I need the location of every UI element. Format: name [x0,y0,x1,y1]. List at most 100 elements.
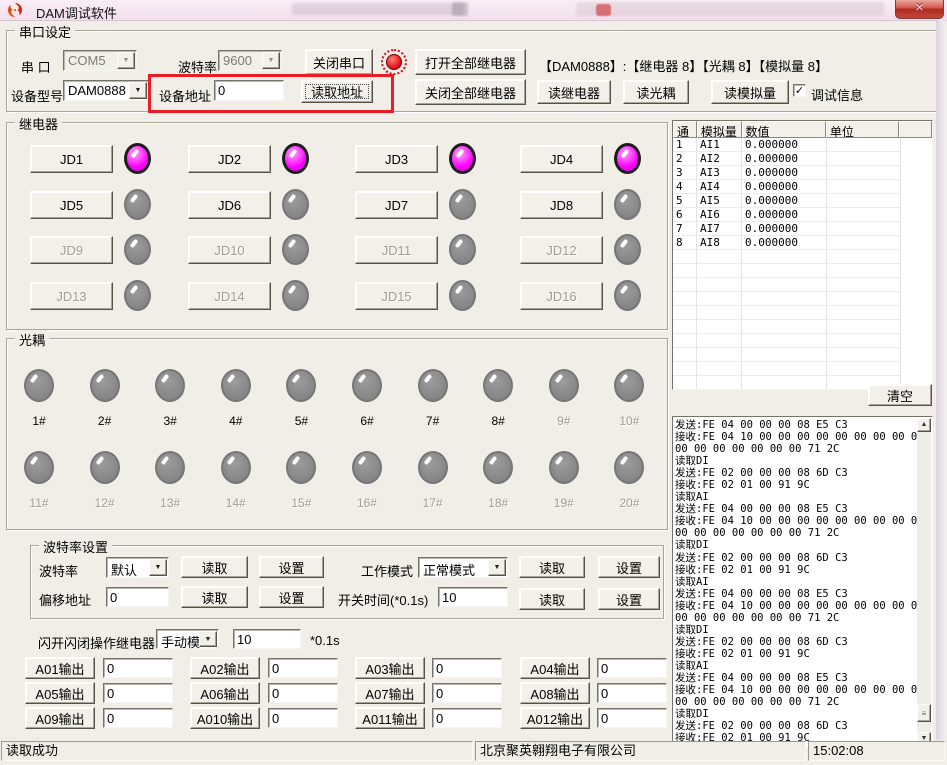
clear-log-button[interactable]: 清空 [868,384,932,406]
analog-table-row [673,334,932,348]
output-input-A02输出[interactable] [268,658,338,678]
model-value: DAM0888 [68,83,130,98]
output-button-A01输出[interactable]: A01输出 [25,657,95,679]
analog-table-cell [827,334,901,348]
debug-info-checkbox[interactable]: ✓ [793,84,806,97]
log-scrollbar-thumb[interactable]: ≡ [917,704,931,722]
device-info-text: 【DAM0888】:【继电器 8】【光耦 8】【模拟量 8】 [539,56,828,75]
work-mode-combobox[interactable]: 正常模式 ▼ [418,557,508,578]
read-address-button[interactable]: 读取地址 [301,80,373,103]
read-opto-button[interactable]: 读光耦 [623,80,689,104]
relay-button-JD2[interactable]: JD2 [188,145,271,173]
offset-read-button[interactable]: 读取 [181,586,248,608]
relay-led-JD9-icon [124,234,151,265]
relay-button-JD8[interactable]: JD8 [520,191,603,219]
analog-table-cell [673,376,697,390]
relay-button-JD12[interactable]: JD12 [520,236,603,264]
model-combobox[interactable]: DAM0888 ▼ [63,80,149,101]
output-input-A05输出[interactable] [103,683,173,703]
chevron-down-icon[interactable]: ▼ [488,559,506,576]
close-serial-button[interactable]: 关闭串口 [305,49,373,75]
close-all-relays-button[interactable]: 关闭全部继电器 [415,79,526,105]
relay-button-JD1[interactable]: JD1 [30,145,113,173]
chevron-down-icon[interactable]: ▼ [262,52,280,69]
relay-button-JD5[interactable]: JD5 [30,191,113,219]
output-button-A05输出[interactable]: A05输出 [25,682,95,704]
work-mode-set-button[interactable]: 设置 [598,556,660,578]
offset-set-button[interactable]: 设置 [259,586,324,608]
output-input-A06输出[interactable] [268,683,338,703]
output-button-A010输出[interactable]: A010输出 [190,707,260,729]
baud-combobox[interactable]: 9600 ▼ [218,50,282,71]
output-button-A03输出[interactable]: A03输出 [355,657,425,679]
analog-table-cell: AI8 [697,236,742,250]
output-button-A04输出[interactable]: A04输出 [520,657,590,679]
analog-table-cell: AI3 [697,166,742,180]
chevron-down-icon[interactable]: ▼ [149,559,167,576]
work-mode-read-button[interactable]: 读取 [519,556,585,578]
read-relays-button[interactable]: 读继电器 [537,80,611,104]
output-input-A01输出[interactable] [103,658,173,678]
offset-address-input[interactable] [106,587,169,607]
status-company-panel: 北京聚英翱翔电子有限公司 [475,741,806,761]
window-scroll-strip[interactable] [936,20,945,740]
output-button-A06输出[interactable]: A06输出 [190,682,260,704]
relay-button-JD10[interactable]: JD10 [188,236,271,264]
relay-led-JD13-icon [124,280,151,311]
relay-button-JD9[interactable]: JD9 [30,236,113,264]
flash-mode-combobox[interactable]: 手动模式 ▼ [156,629,219,649]
relay-button-JD4[interactable]: JD4 [520,145,603,173]
output-button-A08输出[interactable]: A08输出 [520,682,590,704]
switch-time-input[interactable] [438,587,508,607]
relay-led-JD4-icon [614,143,641,174]
relay-button-JD6[interactable]: JD6 [188,191,271,219]
device-address-input[interactable] [214,80,284,101]
output-button-A07输出[interactable]: A07输出 [355,682,425,704]
relay-button-JD15[interactable]: JD15 [355,282,438,310]
port-combobox[interactable]: COM5 ▼ [63,50,137,71]
relay-button-JD11[interactable]: JD11 [355,236,438,264]
baudrate-combobox[interactable]: 默认 ▼ [106,557,169,578]
log-scrollbar-track[interactable] [917,418,931,746]
analog-output-grid: A01输出 A02输出 A03输出 A04输出 A05输出 A06输出 A07输出 A08输出… [0,650,670,736]
opto-led-4#-icon [221,369,251,402]
debug-log-box[interactable]: 发送:FE 04 00 00 00 08 E5 C3 接收:FE 04 10 0… [672,416,933,748]
analog-table-cell [697,334,742,348]
baudrate-read-button[interactable]: 读取 [181,556,248,578]
analog-table-cell: 1 [673,138,697,152]
analog-table-cell [697,376,742,390]
output-button-A02输出[interactable]: A02输出 [190,657,260,679]
output-input-A012输出[interactable] [597,708,667,728]
switch-time-read-button[interactable]: 读取 [519,588,585,610]
relay-button-JD3[interactable]: JD3 [355,145,438,173]
output-input-A08输出[interactable] [597,683,667,703]
analog-table-cell: 6 [673,208,697,222]
scroll-up-icon[interactable]: ▲ [917,418,931,432]
relay-button-JD14[interactable]: JD14 [188,282,271,310]
baudrate-set-button[interactable]: 设置 [259,556,324,578]
opto-led-17#-icon [418,451,448,484]
output-input-A03输出[interactable] [432,658,502,678]
output-button-A011输出[interactable]: A011输出 [355,707,425,729]
switch-time-set-button[interactable]: 设置 [598,588,660,610]
flash-time-input[interactable] [233,629,301,649]
output-button-A09输出[interactable]: A09输出 [25,707,95,729]
relay-button-JD7[interactable]: JD7 [355,191,438,219]
chevron-down-icon[interactable]: ▼ [117,52,135,69]
close-button[interactable]: ✕ [895,0,944,19]
output-input-A04输出[interactable] [597,658,667,678]
open-all-relays-button[interactable]: 打开全部继电器 [415,49,526,75]
analog-table-cell [827,264,901,278]
output-input-A011输出[interactable] [432,708,502,728]
relay-button-JD16[interactable]: JD16 [520,282,603,310]
output-input-A010输出[interactable] [268,708,338,728]
window-title: DAM调试软件 [36,3,117,22]
output-input-A07输出[interactable] [432,683,502,703]
output-input-A09输出[interactable] [103,708,173,728]
read-analog-button[interactable]: 读模拟量 [711,80,789,104]
chevron-down-icon[interactable]: ▼ [129,82,147,99]
analog-table-header-cell: 模拟量 [697,121,742,138]
output-button-A012输出[interactable]: A012输出 [520,707,590,729]
relay-button-JD13[interactable]: JD13 [30,282,113,310]
chevron-down-icon[interactable]: ▼ [199,631,217,647]
